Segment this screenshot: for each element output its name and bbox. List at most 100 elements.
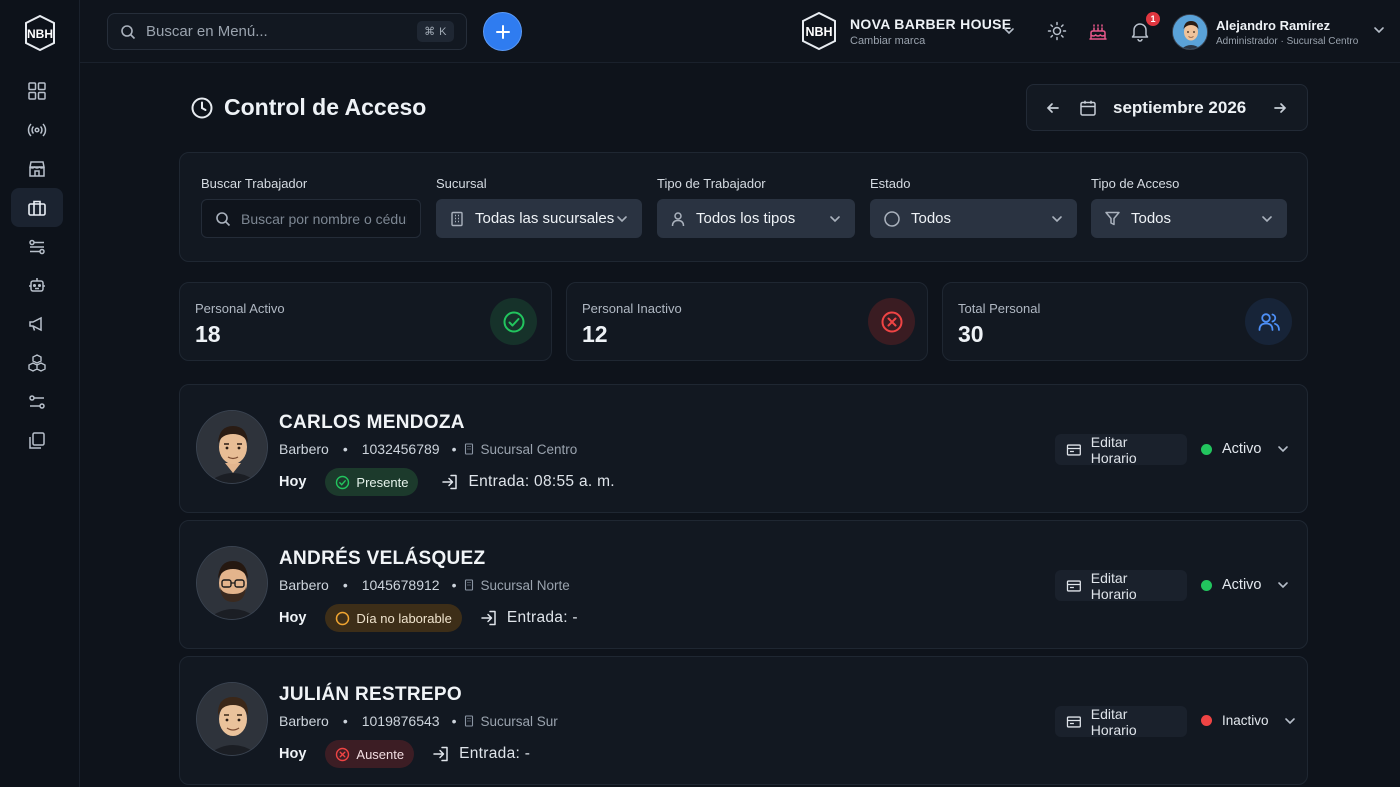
attendance-badge: Ausente	[325, 740, 415, 768]
entry-time-text: Entrada: -	[506, 609, 578, 626]
branch-select[interactable]: Todas las sucursales	[436, 199, 642, 238]
birthdays-button[interactable]	[1087, 20, 1109, 42]
schedule-card-icon	[1066, 715, 1081, 728]
today-label: Hoy	[279, 746, 307, 762]
attendance-text: Ausente	[356, 746, 405, 762]
stat-inactive-label: Personal Inactivo	[582, 301, 682, 316]
worker-branch: Sucursal Norte	[480, 577, 570, 593]
worker-search-placeholder: Buscar por nombre o cédula	[241, 210, 407, 227]
chevron-down-icon	[617, 215, 627, 222]
sidebar-item-sliders[interactable]	[11, 227, 63, 266]
access-type-select[interactable]: Todos	[1091, 199, 1287, 238]
sun-icon	[1047, 21, 1067, 41]
brand-switcher[interactable]: NBH NOVA BARBER HOUSE Cambiar marca	[798, 10, 1028, 52]
building-icon	[464, 443, 473, 455]
access-type-filter: Tipo de Acceso Todos	[1091, 176, 1287, 238]
store-icon	[29, 161, 45, 177]
menu-search-input[interactable]: Buscar en Menú... ⌘ K	[107, 13, 467, 50]
entry-time-text: Entrada: -	[459, 745, 531, 762]
sidebar-item-store[interactable]	[11, 150, 63, 189]
add-button[interactable]	[483, 12, 522, 51]
worker-status-toggle[interactable]: Activo	[1201, 441, 1290, 457]
chevron-down-icon	[830, 215, 840, 222]
edit-schedule-label: Editar Horario	[1090, 705, 1137, 738]
search-icon	[121, 24, 136, 39]
branch-select-value: Todas las sucursales	[475, 210, 615, 227]
today-label: Hoy	[279, 610, 307, 626]
state-select[interactable]: Todos	[870, 199, 1077, 238]
month-label: septiembre 2026	[1113, 97, 1247, 117]
edit-schedule-button[interactable]: Editar Horario	[1055, 705, 1187, 738]
worker-status-toggle[interactable]: Inactivo	[1201, 713, 1297, 728]
status-dot	[1201, 579, 1212, 591]
brand-name: NOVA BARBER HOUSE	[850, 15, 1012, 32]
building-icon	[451, 211, 463, 226]
nbh-logo[interactable]: NBH	[20, 13, 60, 53]
status-dot	[1201, 715, 1212, 726]
cake-icon	[1089, 24, 1107, 40]
access-type-label: Tipo de Acceso	[1091, 176, 1180, 191]
sidebar-item-documents[interactable]	[11, 421, 63, 460]
separator-dot: •	[451, 713, 457, 729]
circle-icon	[336, 611, 350, 625]
previous-month-arrow-icon[interactable]	[1045, 100, 1061, 116]
calendar-icon[interactable]	[1079, 99, 1097, 117]
chevron-down-icon	[1277, 582, 1288, 589]
attendance-badge: Día no laborable	[325, 604, 462, 632]
sidebar-item-broadcast[interactable]	[11, 111, 63, 150]
month-selector: septiembre 2026	[1026, 84, 1308, 131]
cubes-icon	[28, 354, 46, 372]
sidebar-item-settings[interactable]	[11, 382, 63, 421]
building-icon	[464, 579, 473, 591]
building-icon	[464, 715, 473, 727]
sidebar-item-access-control[interactable]	[11, 188, 63, 228]
edit-schedule-button[interactable]: Editar Horario	[1055, 433, 1187, 466]
worker-role: Barbero	[279, 577, 329, 593]
worker-name: ANDRÉS VELÁSQUEZ	[279, 548, 486, 569]
next-month-arrow-icon[interactable]	[1272, 100, 1288, 116]
worker-type-select[interactable]: Todos los tipos	[657, 199, 855, 238]
worker-search-filter: Buscar Trabajador Buscar por nombre o cé…	[201, 176, 421, 238]
chevron-down-icon	[1052, 215, 1062, 222]
worker-id: 1019876543	[361, 713, 440, 729]
state-select-value: Todos	[911, 210, 952, 227]
funnel-icon	[1105, 211, 1120, 226]
worker-type-value: Todos los tipos	[696, 210, 796, 227]
search-shortcut-badge: ⌘ K	[417, 21, 454, 42]
briefcase-icon	[28, 200, 46, 216]
worker-role: Barbero	[279, 441, 329, 457]
edit-schedule-label: Editar Horario	[1090, 569, 1137, 602]
worker-meta: Barbero • 1032456789 • Sucursal Centro	[279, 441, 577, 457]
dashboard-icon	[28, 82, 46, 101]
worker-avatar	[196, 682, 268, 756]
today-row: Hoy Ausente Entrada: -	[279, 740, 530, 768]
worker-avatar	[196, 546, 268, 620]
theme-toggle-button[interactable]	[1046, 20, 1068, 42]
brand-logo-text: NBH	[805, 25, 832, 39]
edit-schedule-button[interactable]: Editar Horario	[1055, 569, 1187, 602]
sidebar-nav	[11, 72, 63, 460]
worker-card: JULIÁN RESTREPO Barbero • 1019876543 • S…	[179, 656, 1308, 785]
filters-icon	[29, 395, 45, 409]
edit-schedule-label: Editar Horario	[1090, 433, 1137, 466]
stat-total-value: 30	[958, 321, 984, 347]
worker-status-text: Activo	[1222, 441, 1262, 457]
search-icon	[216, 211, 231, 226]
filters-panel: Buscar Trabajador Buscar por nombre o cé…	[179, 152, 1308, 262]
attendance-text: Día no laborable	[356, 610, 452, 626]
sidebar-item-dashboard[interactable]	[11, 72, 63, 111]
entry-time: Entrada: -	[432, 745, 530, 763]
chevron-down-icon	[1004, 28, 1014, 35]
today-label: Hoy	[279, 474, 307, 490]
worker-search-input[interactable]: Buscar por nombre o cédula	[201, 199, 421, 238]
sidebar-item-inventory[interactable]	[11, 344, 63, 383]
state-filter-label: Estado	[870, 176, 911, 191]
login-icon	[433, 746, 448, 762]
status-dot	[1201, 443, 1212, 455]
worker-branch: Sucursal Sur	[480, 713, 558, 729]
worker-status-toggle[interactable]: Activo	[1201, 577, 1290, 593]
sidebar-item-marketing[interactable]	[11, 305, 63, 344]
sidebar-item-robot[interactable]	[11, 266, 63, 305]
separator-dot: •	[342, 577, 348, 593]
user-menu[interactable]: Alejandro Ramírez Administrador · Sucurs…	[1172, 13, 1392, 51]
